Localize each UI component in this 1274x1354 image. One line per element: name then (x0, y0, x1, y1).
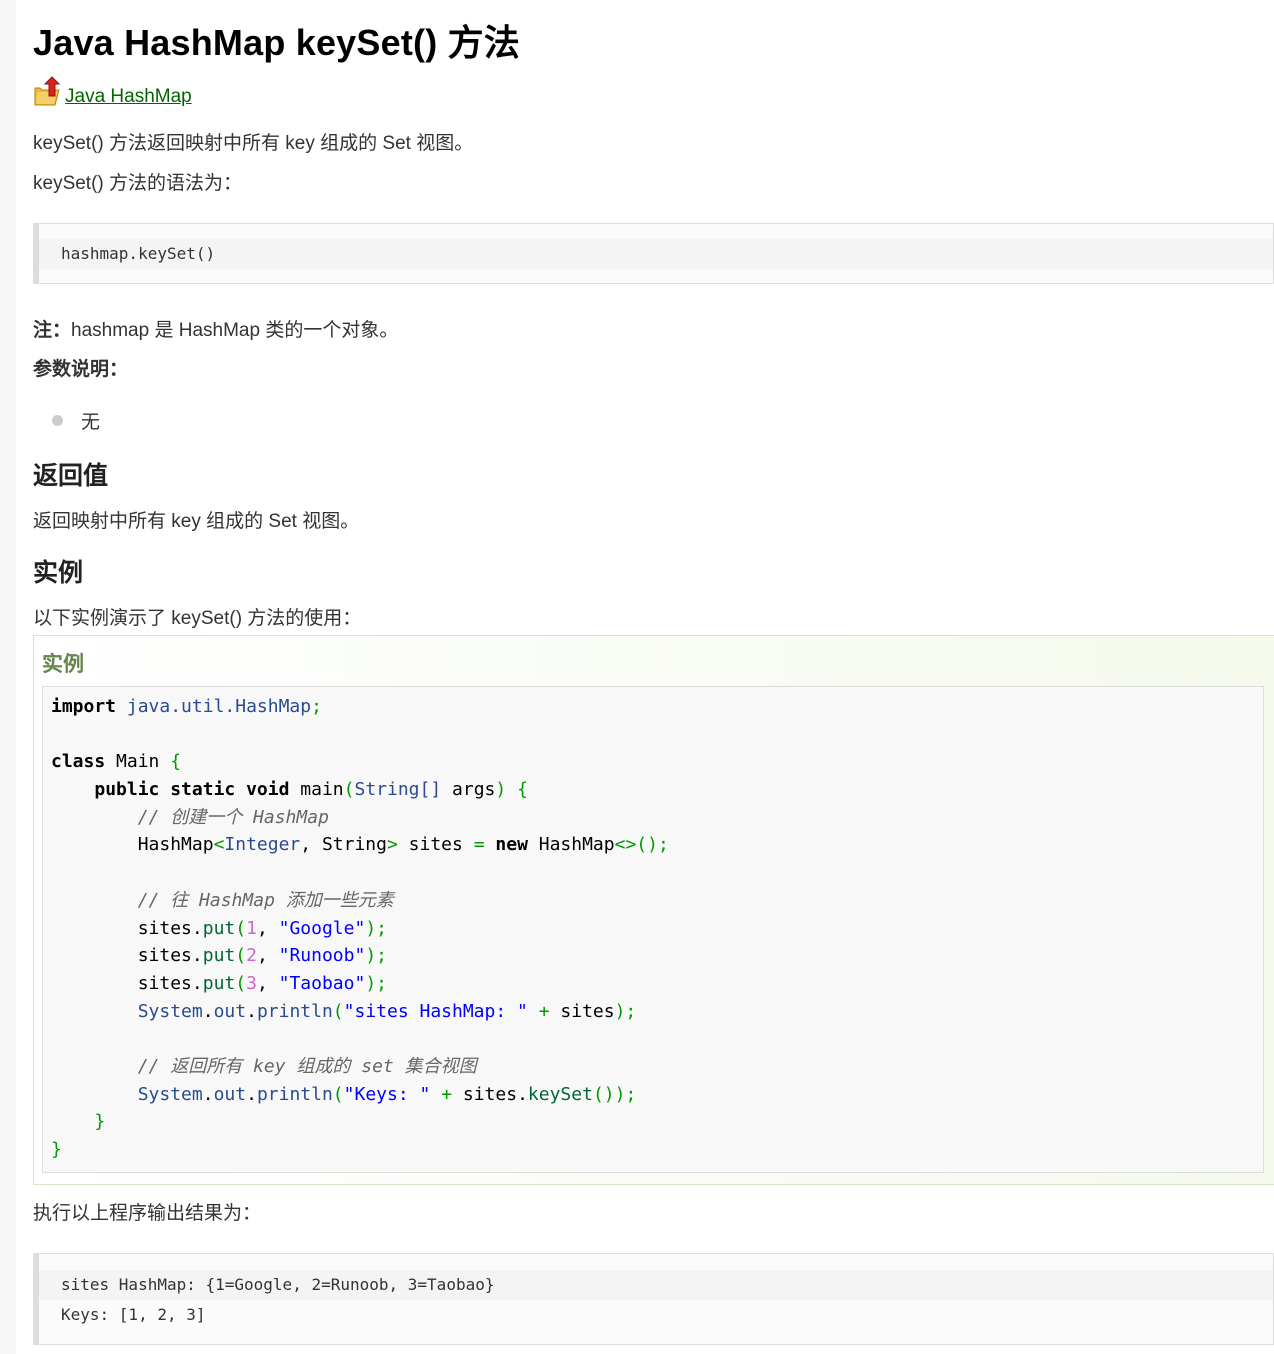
output-line: sites HashMap: {1=Google, 2=Runoob, 3=Ta… (39, 1270, 1273, 1300)
page: Java HashMap keySet() 方法 Java HashMap ke… (16, 0, 1274, 1354)
code-line: class Main { (51, 751, 182, 773)
code-line: sites.put(3, "Taobao"); (137, 972, 388, 994)
syntax-code-line: hashmap.keySet() (39, 239, 1273, 269)
code-line: // 返回所有 key 组成的 set 集合视图 (137, 1055, 477, 1077)
code-line: System.out.println("sites HashMap: " + s… (137, 1000, 637, 1022)
code-line: // 往 HashMap 添加一些元素 (137, 889, 394, 911)
note: 注：hashmap 是 HashMap 类的一个对象。 (33, 315, 398, 342)
output-code-block: sites HashMap: {1=Google, 2=Runoob, 3=Ta… (33, 1253, 1274, 1345)
example-intro: 以下实例演示了 keySet() 方法的使用： (33, 608, 362, 629)
param-item: 无 (81, 412, 101, 433)
back-link[interactable]: Java HashMap (33, 76, 192, 108)
code-line: // 创建一个 HashMap (137, 806, 329, 828)
code-line: sites.put(1, "Google"); (137, 917, 388, 939)
folder-up-icon (33, 76, 63, 108)
code-line: sites.put(2, "Runoob"); (137, 945, 388, 967)
example-heading: 实例 (33, 559, 84, 587)
list-bullet (52, 415, 63, 426)
code-line: public static void main(String[] args) { (94, 779, 528, 801)
page-title: Java HashMap keySet() 方法 (33, 22, 520, 63)
output-line: Keys: [1, 2, 3] (61, 1305, 206, 1324)
code-line: } (51, 1139, 62, 1160)
note-label: 注： (33, 320, 72, 341)
code-line: import java.util.HashMap; (51, 696, 322, 717)
code-line: } (94, 1111, 106, 1133)
syntax-code-block: hashmap.keySet() (33, 223, 1274, 284)
code-line: HashMap<Integer, String> sites = new Has… (137, 834, 669, 856)
example-code[interactable]: import java.util.HashMap; class Main { p… (42, 686, 1264, 1173)
example-box: 实例 import java.util.HashMap; class Main … (33, 635, 1274, 1185)
intro-text: keySet() 方法返回映射中所有 key 组成的 Set 视图。 (33, 133, 474, 154)
output-intro: 执行以上程序输出结果为： (33, 1203, 262, 1224)
note-text: hashmap 是 HashMap 类的一个对象。 (71, 320, 399, 341)
params-heading: 参数说明： (33, 359, 129, 380)
example-box-title: 实例 (42, 653, 84, 676)
syntax-intro: keySet() 方法的语法为： (33, 173, 243, 194)
return-text: 返回映射中所有 key 组成的 Set 视图。 (33, 511, 360, 532)
back-link-text[interactable]: Java HashMap (65, 86, 192, 108)
return-heading: 返回值 (33, 462, 109, 490)
code-line: System.out.println("Keys: " + sites.keyS… (137, 1083, 637, 1105)
